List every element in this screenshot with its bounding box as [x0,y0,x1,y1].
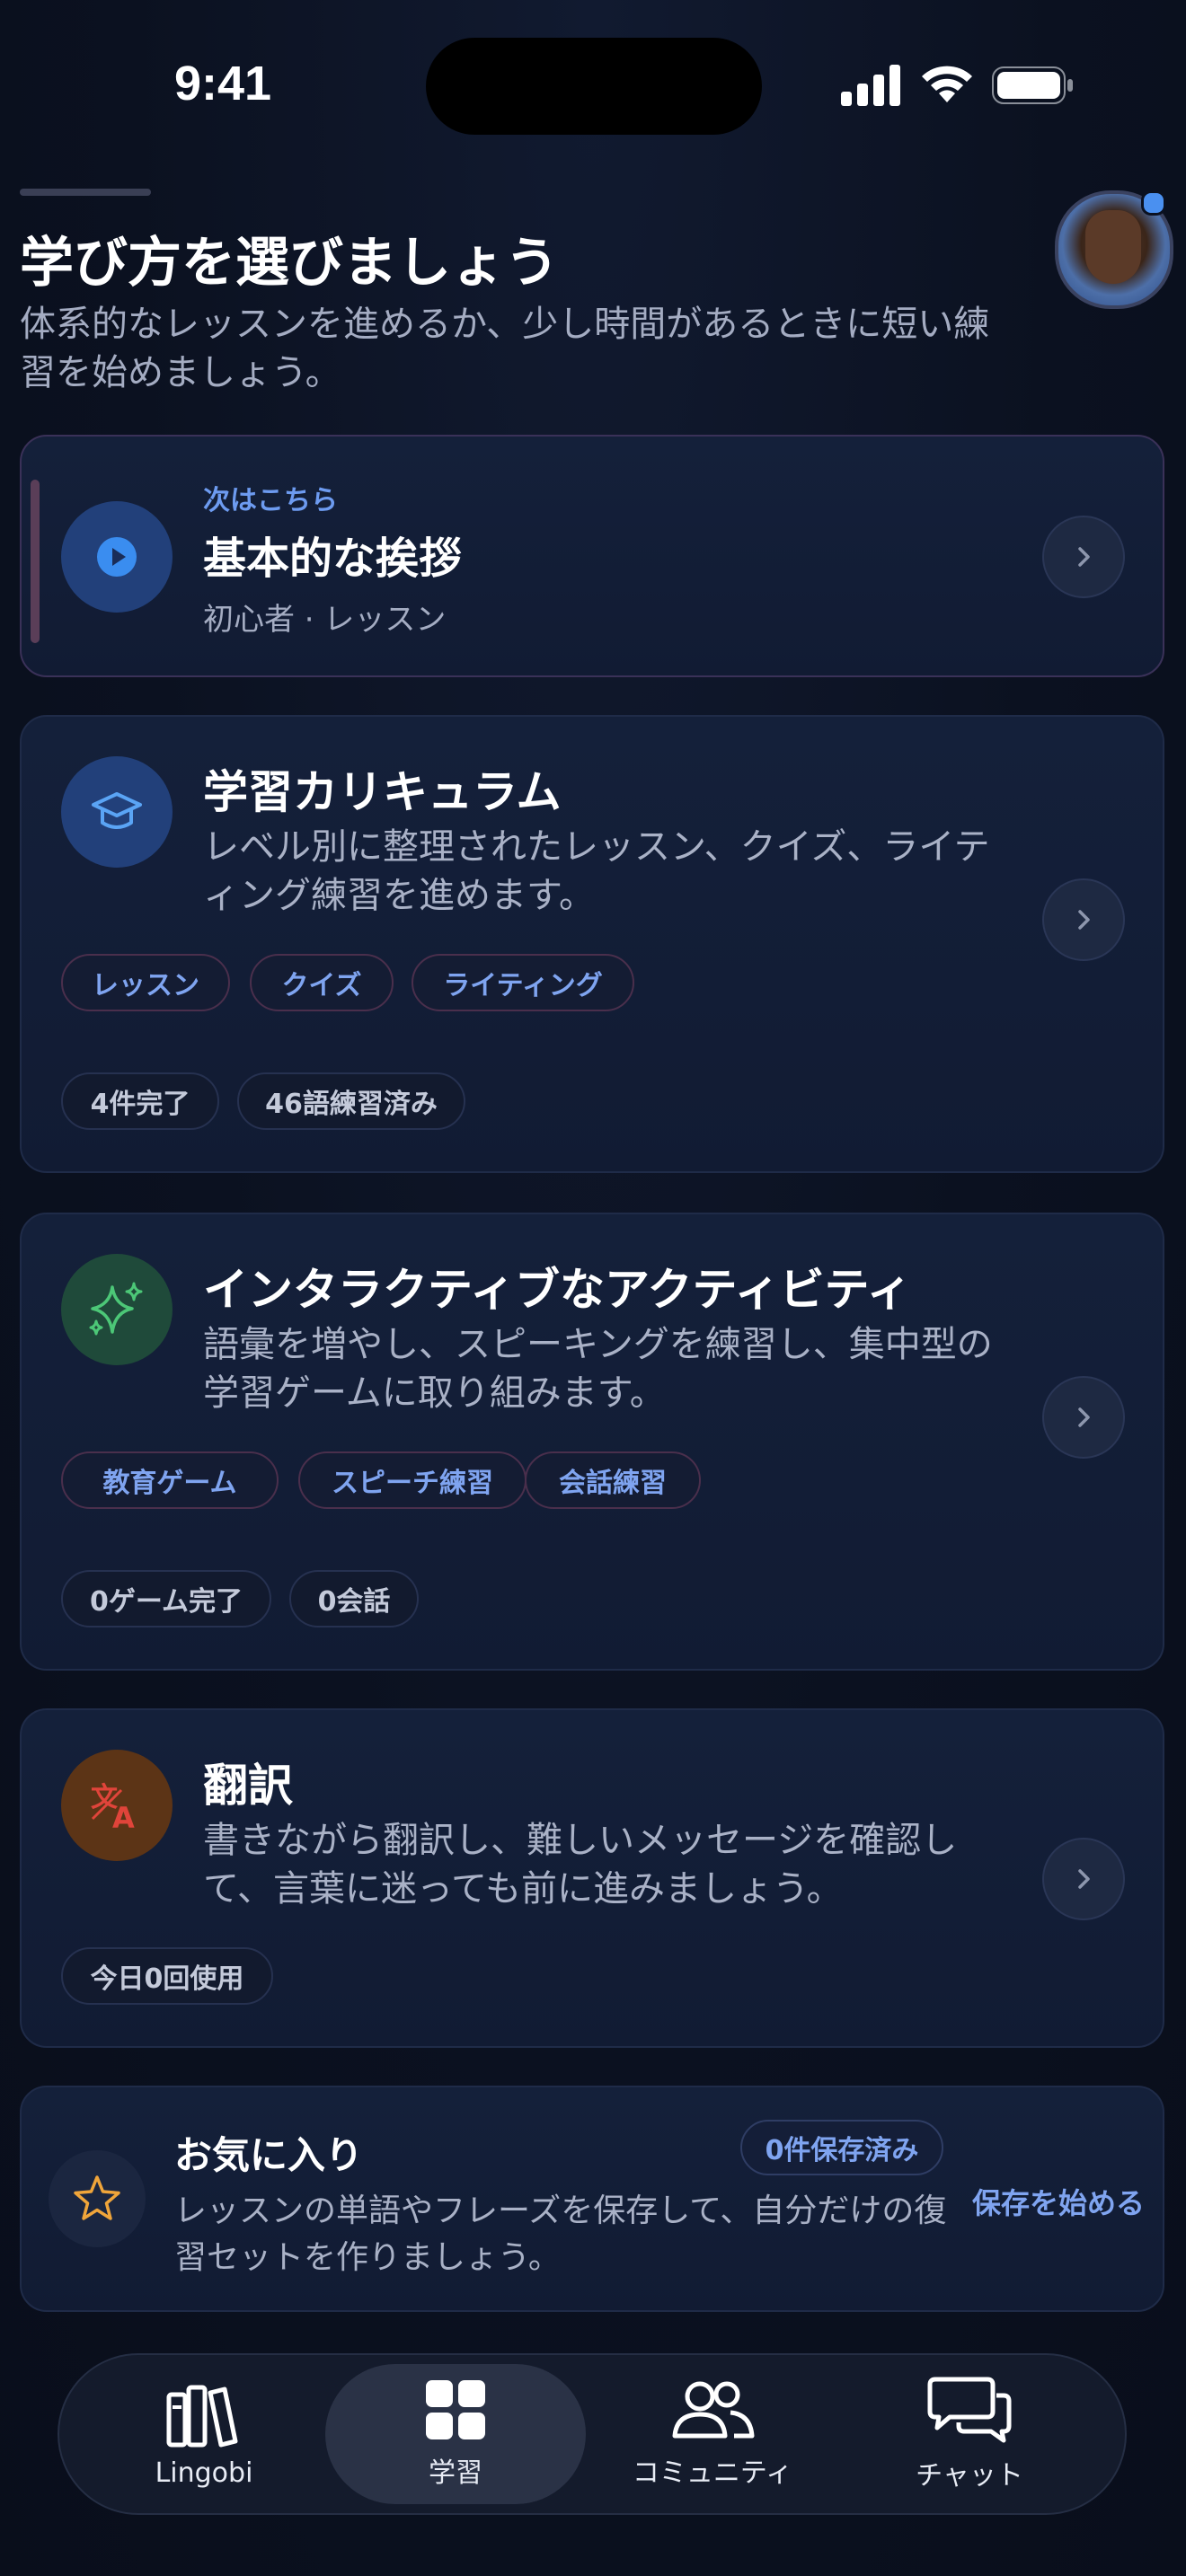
tab-label: コミュニティ [632,2457,793,2489]
tab-lingobi[interactable]: Lingobi [74,2364,334,2504]
tag-writing: ライティング [412,954,634,1011]
translation-card[interactable]: 文 A 翻訳 書きながら翻訳し、難しいメッセージを確認して、言葉に迷っても前に進… [20,1708,1164,2048]
activities-description: 語彙を増やし、スピーキングを練習し、集中型の学習ゲームに取り組みます。 [203,1324,993,1414]
next-lesson-meta: 初心者 · レッスン [203,602,447,638]
stat-completed: 4件完了 [61,1072,219,1130]
battery-icon [992,66,1073,104]
curriculum-title: 学習カリキュラム [203,766,562,818]
drag-handle [20,189,151,196]
favorites-title: お気に入り [174,2133,364,2177]
saved-count-badge: 0件保存済み [740,2120,943,2175]
next-lesson-card[interactable]: 次はこちら 基本的な挨拶 初心者 · レッスン [20,435,1164,677]
avatar-face [1085,210,1141,284]
tab-label: Lingobi [155,2457,253,2489]
curriculum-description: レベル別に整理されたレッスン、クイズ、ライティング練習を進めます。 [203,826,990,916]
stat-games-completed: 0ゲーム完了 [61,1570,271,1628]
tag-lessons: レッスン [61,954,230,1011]
chevron-right-icon[interactable] [1042,878,1125,961]
page-title: 学び方を選びましょう [20,232,559,295]
tag-speech-practice: スピーチ練習 [298,1451,527,1509]
people-icon [672,2381,755,2439]
card-accent-bar [31,480,40,643]
cellular-signal-icon [841,65,900,106]
stat-words-practiced: 46語練習済み [237,1072,465,1130]
activities-title: インタラクティブなアクティビティ [203,1264,912,1316]
stat-used-today: 今日0回使用 [61,1947,273,2005]
start-saving-link[interactable]: 保存を始める [972,2181,1145,2222]
translation-title: 翻訳 [203,1760,293,1812]
tab-learning[interactable]: 学習 [325,2364,586,2504]
books-icon [166,2385,238,2447]
status-time: 9:41 [174,57,272,110]
chevron-right-icon[interactable] [1042,1376,1125,1459]
favorites-description: レッスンの単語やフレーズを保存して、自分だけの復習セットを作りましょう。 [174,2192,947,2276]
notification-dot [1141,190,1166,216]
favorites-card[interactable]: お気に入り 0件保存済み レッスンの単語やフレーズを保存して、自分だけの復習セッ… [20,2086,1164,2312]
tag-quiz: クイズ [250,954,394,1011]
tab-chat[interactable]: チャット [839,2364,1100,2504]
tab-label: チャット [916,2460,1023,2492]
tag-conversation-practice: 会話練習 [525,1451,701,1509]
translation-description: 書きながら翻訳し、難しいメッセージを確認して、言葉に迷っても前に進みましょう。 [203,1820,958,1910]
activities-card[interactable]: インタラクティブなアクティビティ 語彙を増やし、スピーキングを練習し、集中型の学… [20,1213,1164,1671]
tag-educational-games: 教育ゲーム [61,1451,279,1509]
star-icon [49,2150,146,2247]
chevron-right-icon[interactable] [1042,516,1125,598]
tab-bar: Lingobi 学習 コミュニティ チャット [58,2353,1127,2515]
page-subtitle: 体系的なレッスンを進めるか、少し時間があるときに短い練習を始めましょう。 [20,304,990,393]
curriculum-card[interactable]: 学習カリキュラム レベル別に整理されたレッスン、クイズ、ライティング練習を進めま… [20,715,1164,1173]
sparkles-icon [61,1254,173,1365]
graduation-cap-icon [61,756,173,868]
tab-label: 学習 [429,2457,482,2489]
dynamic-island [426,38,762,135]
tab-community[interactable]: コミュニティ [582,2364,843,2504]
play-icon [61,501,173,613]
chat-bubbles-icon [927,2377,1012,2443]
grid-icon [426,2380,485,2439]
wifi-icon [922,66,972,102]
translate-icon: 文 A [61,1750,173,1861]
svg-text:A: A [112,1801,135,1835]
stat-conversations: 0会話 [289,1570,419,1628]
next-lesson-title: 基本的な挨拶 [203,534,463,584]
chevron-right-icon[interactable] [1042,1838,1125,1920]
next-label: 次はこちら [203,485,338,516]
